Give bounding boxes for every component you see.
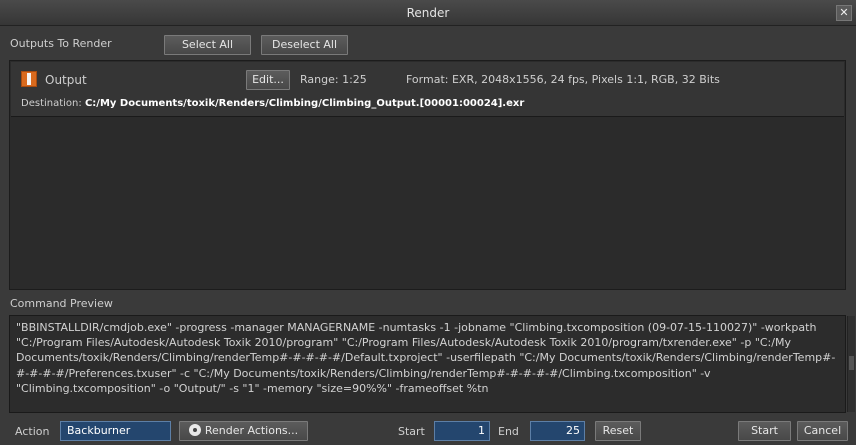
destination-path: C:/My Documents/toxik/Renders/Climbing/C… — [84, 98, 525, 109]
window-title: Render — [406, 6, 450, 20]
outputs-heading: Outputs To Render — [10, 37, 112, 50]
output-checkbox[interactable] — [21, 71, 37, 87]
output-row[interactable]: Output Edit... Range: 1:25 Format: EXR, … — [11, 62, 844, 117]
scrollbar-thumb[interactable] — [849, 356, 854, 370]
destination-label: Destination: — [21, 98, 82, 109]
output-format: Format: EXR, 2048x1556, 24 fps, Pixels 1… — [406, 73, 720, 86]
film-reel-icon — [188, 424, 201, 436]
render-actions-button[interactable]: Render Actions... — [179, 421, 308, 441]
edit-output-button[interactable]: Edit... — [246, 70, 290, 90]
output-name: Output — [45, 73, 87, 87]
outputs-list: Output Edit... Range: 1:25 Format: EXR, … — [9, 60, 846, 290]
close-icon: ✕ — [839, 6, 849, 19]
end-frame-input[interactable]: 25 — [530, 421, 585, 441]
action-label: Action — [15, 425, 50, 438]
cancel-button[interactable]: Cancel — [797, 421, 848, 441]
deselect-all-button[interactable]: Deselect All — [261, 35, 348, 55]
command-preview-text[interactable]: "BBINSTALLDIR/cmdjob.exe" -progress -man… — [9, 315, 846, 413]
select-all-button[interactable]: Select All — [164, 35, 251, 55]
output-range: Range: 1:25 — [300, 73, 367, 86]
end-frame-label: End — [498, 425, 519, 438]
output-destination: Destination: C:/My Documents/toxik/Rende… — [21, 98, 524, 109]
window-titlebar: Render ✕ — [0, 0, 856, 26]
close-button[interactable]: ✕ — [836, 5, 852, 21]
command-preview-scrollbar[interactable] — [847, 316, 855, 412]
start-render-button[interactable]: Start — [738, 421, 791, 441]
start-frame-label: Start — [398, 425, 425, 438]
action-select[interactable]: Backburner — [60, 421, 171, 441]
reset-button[interactable]: Reset — [595, 421, 641, 441]
command-preview-heading: Command Preview — [10, 297, 113, 310]
start-frame-input[interactable]: 1 — [434, 421, 490, 441]
render-actions-label: Render Actions... — [204, 424, 299, 437]
